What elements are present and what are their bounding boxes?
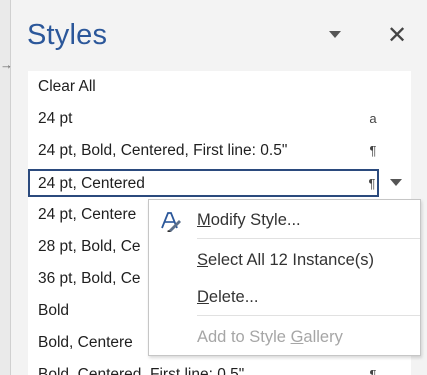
- close-icon[interactable]: ✕: [385, 24, 409, 48]
- pane-options-chevron-down-icon[interactable]: [329, 31, 341, 38]
- style-item[interactable]: 24 pt, Bold, Centered, First line: 0.5" …: [28, 135, 411, 167]
- style-item-label: 28 pt, Bold, Ce: [38, 238, 141, 255]
- modify-style-icon: [161, 212, 181, 232]
- character-style-icon: a: [369, 111, 377, 126]
- style-item-clear-all[interactable]: Clear All: [28, 71, 411, 103]
- style-item-label: 36 pt, Bold, Ce: [38, 270, 141, 287]
- paragraph-style-icon: ¶: [369, 367, 377, 375]
- paragraph-style-icon: ¶: [369, 143, 377, 158]
- style-item-label: 24 pt, Bold, Centered, First line: 0.5": [38, 142, 288, 159]
- arrow-right-icon: →: [0, 57, 13, 72]
- delete-style-menu-item[interactable]: Delete...: [197, 288, 258, 307]
- pane-title: Styles: [27, 19, 108, 51]
- style-item-label: Bold, Centere: [38, 334, 133, 351]
- style-item[interactable]: 24 pt a: [28, 103, 411, 135]
- styles-pane: Styles ✕ Clear All 24 pt a 24 pt, Bold, …: [10, 0, 427, 375]
- style-item-chevron-down-icon[interactable]: [381, 169, 411, 197]
- modify-style-menu-item[interactable]: Modify Style...: [197, 211, 301, 230]
- style-item-label: Clear All: [38, 78, 96, 95]
- menu-separator: [197, 238, 420, 239]
- paragraph-style-icon: ¶: [368, 176, 376, 191]
- select-all-instances-menu-item[interactable]: Select All 12 Instance(s): [197, 251, 374, 270]
- style-item[interactable]: Bold, Centered, First line: 0.5" ¶: [28, 359, 411, 375]
- style-item-label: 24 pt, Centere: [38, 206, 137, 223]
- menu-separator: [197, 315, 420, 316]
- style-item-label: Bold: [38, 302, 70, 319]
- style-item-selected[interactable]: 24 pt, Centered ¶: [28, 169, 379, 197]
- style-item-label: 24 pt: [38, 110, 73, 127]
- style-context-menu: Modify Style... Select All 12 Instance(s…: [148, 199, 421, 356]
- style-item-label: Bold, Centered, First line: 0.5": [38, 366, 245, 375]
- add-to-style-gallery-menu-item: Add to Style Gallery: [197, 328, 343, 346]
- style-item-label: 24 pt, Centered: [38, 175, 145, 192]
